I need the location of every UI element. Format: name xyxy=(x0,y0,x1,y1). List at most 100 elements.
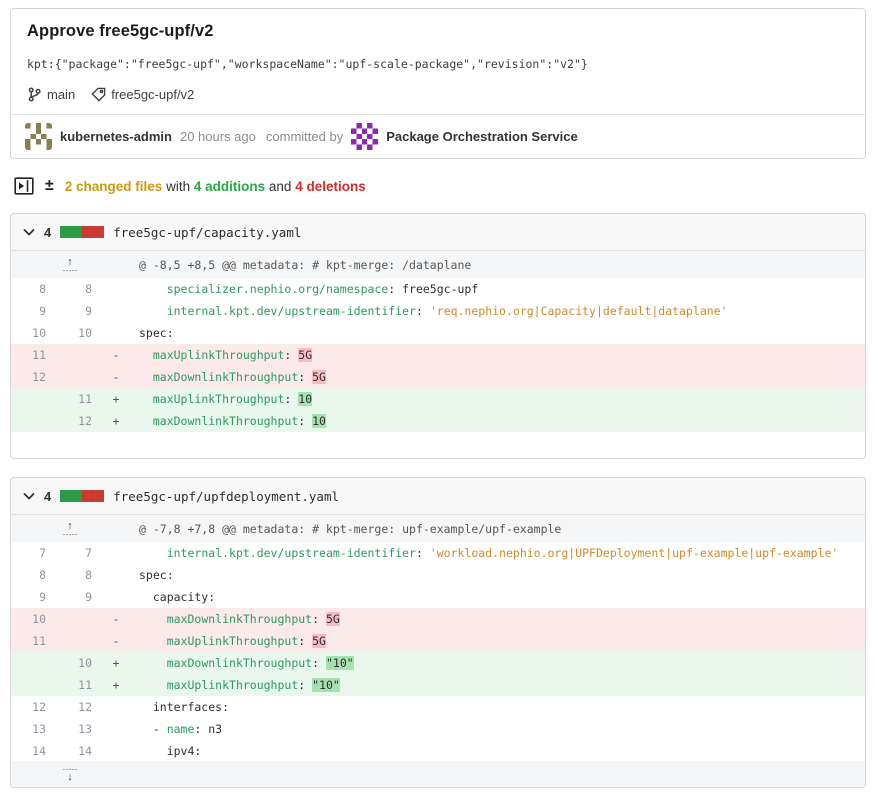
expand-up-icon[interactable]: ↑····· xyxy=(63,257,78,273)
deletions-count: 4 deletions xyxy=(295,179,366,194)
diff-line: 11- maxUplinkThroughput: 5G xyxy=(11,630,865,652)
commit-time: 20 hours ago xyxy=(180,129,256,144)
code-line: maxDownlinkThroughput: 5G xyxy=(129,366,865,388)
old-line-number xyxy=(11,388,57,410)
code-line: spec: xyxy=(129,322,865,344)
diff-file-box: 4 free5gc-upf/capacity.yaml ↑····· @ -8,… xyxy=(10,213,866,459)
tag-ref[interactable]: free5gc-upf/v2 xyxy=(91,87,194,102)
code-line: maxDownlinkThroughput: "10" xyxy=(129,652,865,674)
old-line-number xyxy=(11,652,57,674)
old-line-number xyxy=(11,674,57,696)
committer-identicon xyxy=(351,123,378,150)
expand-down-icon[interactable]: ·····↓ xyxy=(63,767,78,783)
file-bottom-spacer xyxy=(11,432,865,458)
chevron-down-icon[interactable] xyxy=(23,492,35,500)
code-line: internal.kpt.dev/upstream-identifier: 'w… xyxy=(129,542,865,564)
diff-options-icon[interactable]: ± xyxy=(45,178,54,194)
line-marker: - xyxy=(103,344,129,366)
code-line: maxUplinkThroughput: 5G xyxy=(129,630,865,652)
code-line: capacity: xyxy=(129,586,865,608)
expand-up-icon[interactable]: ↑····· xyxy=(63,521,78,537)
expand-down-row: ·····↓ xyxy=(11,762,865,787)
line-marker: + xyxy=(103,674,129,696)
diff-rows: 88 specializer.nephio.org/namespace: fre… xyxy=(11,278,865,432)
file-tree-toggle-icon[interactable] xyxy=(14,177,34,195)
old-line-number: 7 xyxy=(11,542,57,564)
old-line-number: 10 xyxy=(11,322,57,344)
diff-line: 1212 interfaces: xyxy=(11,696,865,718)
old-line-number: 10 xyxy=(11,608,57,630)
code-line: maxUplinkThroughput: "10" xyxy=(129,674,865,696)
branch-icon xyxy=(27,87,42,102)
new-line-number: 9 xyxy=(57,300,103,322)
code-line: maxDownlinkThroughput: 10 xyxy=(129,410,865,432)
diff-line: 12+ maxDownlinkThroughput: 10 xyxy=(11,410,865,432)
code-line: ipv4: xyxy=(129,740,865,762)
commit-header-box: Approve free5gc-upf/v2 kpt:{"package":"f… xyxy=(10,8,866,159)
branch-name: main xyxy=(47,87,75,102)
line-marker xyxy=(103,542,129,564)
hunk-header-text: @ -7,8 +7,8 @@ metadata: # kpt-merge: up… xyxy=(129,522,561,536)
line-marker: + xyxy=(103,652,129,674)
commit-refs: main free5gc-upf/v2 xyxy=(27,87,849,102)
file-changes-count: 4 xyxy=(44,225,51,240)
committer-avatar[interactable] xyxy=(351,123,378,150)
new-line-number: 12 xyxy=(57,410,103,432)
old-line-number: 9 xyxy=(11,300,57,322)
file-changes-count: 4 xyxy=(44,489,51,504)
line-marker xyxy=(103,300,129,322)
diff-file-header[interactable]: 4 free5gc-upf/capacity.yaml xyxy=(11,214,865,251)
committer-name: Package Orchestration Service xyxy=(386,129,578,144)
code-line: internal.kpt.dev/upstream-identifier: 'r… xyxy=(129,300,865,322)
line-marker xyxy=(103,586,129,608)
diff-line: 88 specializer.nephio.org/namespace: fre… xyxy=(11,278,865,300)
author-name[interactable]: kubernetes-admin xyxy=(60,129,172,144)
new-line-number: 11 xyxy=(57,388,103,410)
code-line: maxUplinkThroughput: 10 xyxy=(129,388,865,410)
diff-line: 88spec: xyxy=(11,564,865,586)
author-avatar[interactable] xyxy=(25,123,52,150)
new-line-number: 13 xyxy=(57,718,103,740)
old-line-number: 12 xyxy=(11,366,57,388)
diff-file-box: 4 free5gc-upf/upfdeployment.yaml ↑····· … xyxy=(10,477,866,788)
committed-by-label: committed by xyxy=(266,129,343,144)
and-label: and xyxy=(269,179,292,194)
file-name[interactable]: free5gc-upf/capacity.yaml xyxy=(113,225,301,240)
line-marker xyxy=(103,696,129,718)
line-marker: - xyxy=(103,630,129,652)
old-line-number: 14 xyxy=(11,740,57,762)
branch-ref[interactable]: main xyxy=(27,87,75,102)
old-line-number: 9 xyxy=(11,586,57,608)
line-marker: - xyxy=(103,366,129,388)
line-marker xyxy=(103,322,129,344)
new-line-number xyxy=(57,608,103,630)
new-line-number: 8 xyxy=(57,564,103,586)
diff-line: 1414 ipv4: xyxy=(11,740,865,762)
file-name[interactable]: free5gc-upf/upfdeployment.yaml xyxy=(113,489,339,504)
diff-line: 11 - maxUplinkThroughput: 5G xyxy=(11,344,865,366)
diff-line: 10- maxDownlinkThroughput: 5G xyxy=(11,608,865,630)
code-line: interfaces: xyxy=(129,696,865,718)
line-marker: - xyxy=(103,608,129,630)
new-line-number xyxy=(57,366,103,388)
diffstat-bar xyxy=(60,226,104,238)
old-line-number: 8 xyxy=(11,564,57,586)
old-line-number: 11 xyxy=(11,344,57,366)
diff-line: 77 internal.kpt.dev/upstream-identifier:… xyxy=(11,542,865,564)
code-line: - name: n3 xyxy=(129,718,865,740)
line-marker xyxy=(103,278,129,300)
new-line-number xyxy=(57,344,103,366)
code-line: maxUplinkThroughput: 5G xyxy=(129,344,865,366)
line-marker: + xyxy=(103,410,129,432)
diff-file-header[interactable]: 4 free5gc-upf/upfdeployment.yaml xyxy=(11,478,865,515)
new-line-number: 10 xyxy=(57,652,103,674)
diff-line: 99 internal.kpt.dev/upstream-identifier:… xyxy=(11,300,865,322)
diff-line: 10+ maxDownlinkThroughput: "10" xyxy=(11,652,865,674)
chevron-down-icon[interactable] xyxy=(23,228,35,236)
old-line-number: 13 xyxy=(11,718,57,740)
new-line-number: 8 xyxy=(57,278,103,300)
new-line-number: 12 xyxy=(57,696,103,718)
diff-line: 11+ maxUplinkThroughput: 10 xyxy=(11,388,865,410)
old-line-number xyxy=(11,410,57,432)
diff-line: 12 - maxDownlinkThroughput: 5G xyxy=(11,366,865,388)
